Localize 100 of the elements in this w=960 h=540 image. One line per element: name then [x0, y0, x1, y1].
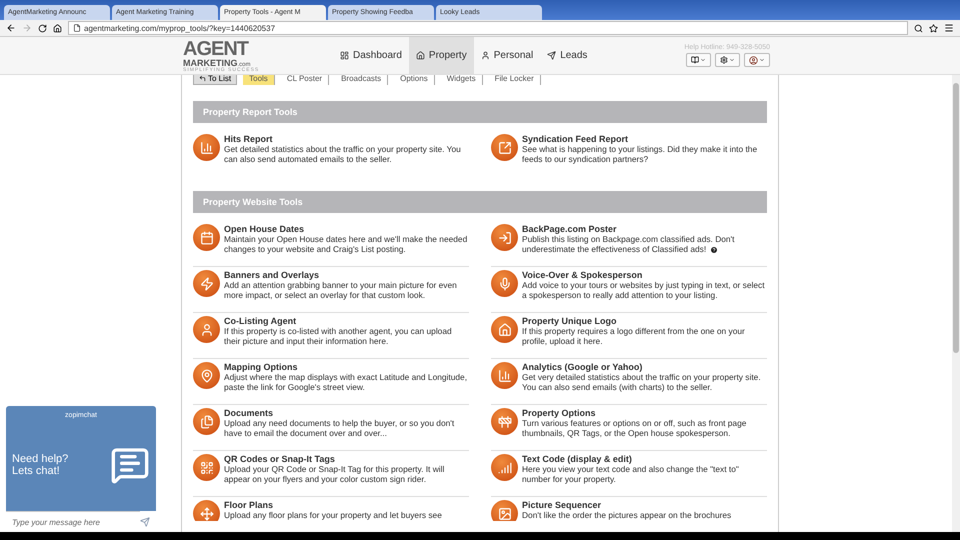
tool-item[interactable]: Property Options Turn various features or options on or off, such as front page thumbnails, QR Tags, or the Open house spokesperson.: [491, 405, 767, 451]
tool-description: If this property is co-listed with another agent, you can upload their picture and input their information here.: [224, 326, 453, 346]
tool-title: Property Options: [522, 408, 597, 418]
image-icon: [491, 500, 518, 521]
book-dropdown-button[interactable]: [686, 53, 711, 67]
tool-title: QR Codes or Snap-It Tags: [224, 454, 336, 464]
dashboard-icon: [340, 51, 349, 60]
star-icon[interactable]: [929, 24, 938, 32]
tool-description: Get very detailed statistics about the traffic on your property site. You can also send emails (with charts) to the seller.: [522, 372, 762, 392]
tool-description: Add voice to your tours or websites by just typing in text, or select a spokesperson to really add attention to your listing.: [522, 280, 766, 300]
nav-link[interactable]: Leads: [540, 37, 594, 74]
tool-title: Open House Dates: [224, 224, 306, 234]
caret-icon: [729, 57, 735, 63]
tool-title: BackPage.com Poster: [522, 224, 618, 234]
logo-text: AGENT: [183, 38, 250, 58]
settings-dropdown-button[interactable]: [715, 53, 740, 67]
tool-description: See what is happening to your listings. Did they make it into the feeds to our syndication partners?: [522, 144, 758, 164]
tool-item[interactable]: QR Codes or Snap-It Tags Upload your QR Code or Snap-It Tag for this property. It will appear on your flyers and your color custom sign rider.: [193, 451, 469, 497]
tool-item[interactable]: Voice-Over & Spokesperson Add voice to your tours or websites by just typing in text, or select a spokesperson to really add attention to your listing.: [491, 267, 767, 313]
send-icon[interactable]: [140, 516, 150, 526]
subnav-tab[interactable]: CL Poster: [280, 75, 330, 85]
tool-item[interactable]: Open House Dates Maintain your Open House dates here and we'll make the needed changes to your website and Craig's List posting.: [193, 221, 469, 267]
user-icon: [480, 51, 490, 60]
tool-description: Maintain your Open House dates here and we'll make the needed changes to your website and Craig's List posting.: [224, 234, 468, 254]
reload-icon[interactable]: [38, 24, 47, 32]
tool-description: Add an attention grabbing banner to your main picture for even more impact, or select an overlay for that custom look.: [224, 280, 458, 300]
tool-title: Banners and Overlays: [224, 270, 320, 280]
tool-item[interactable]: Text Code (display & edit) Here you view your text code and also change the "text to" number for your property.: [491, 451, 767, 497]
tool-item[interactable]: Banners and Overlays Add an attention grabbing banner to your main picture for even more impact, or select an overlay for that custom look.: [193, 267, 469, 313]
calendar-icon: [193, 224, 220, 251]
bar-chart-icon: [193, 134, 220, 161]
tool-description: Get detailed statistics about the traffic on your property site. You can also send automated emails to the seller.: [224, 144, 462, 164]
chat-input-field[interactable]: Type your message here: [6, 511, 156, 532]
tool-item[interactable]: Co-Listing Agent If this property is co-listed with another agent, you can upload their picture and input their information here.: [193, 313, 469, 359]
gear-icon: [720, 56, 728, 64]
back-icon[interactable]: [6, 23, 16, 33]
tool-title: Co-Listing Agent: [224, 316, 298, 326]
map-pin-icon: [193, 362, 220, 389]
tool-item[interactable]: Syndication Feed Report See what is happening to your listings. Did they make it into the feeds to our syndication partners?: [491, 131, 767, 177]
user-icon: [193, 316, 220, 343]
tool-title: Mapping Options: [224, 362, 298, 372]
house-icon: [416, 51, 425, 60]
tool-description: Upload any need documents to help the buyer, or so you don't have to email the document over and over...: [224, 418, 456, 438]
subnav-tab[interactable]: Widgets: [440, 75, 483, 85]
zoom-icon[interactable]: [914, 24, 923, 32]
tool-description: Adjust where the map displays with exact Latitude and Longitude, paste the link for Google's street view.: [224, 372, 468, 392]
tool-title: Syndication Feed Report: [522, 134, 630, 144]
profile-dropdown-button[interactable]: [744, 53, 770, 67]
move-icon: [193, 500, 220, 521]
help-icon[interactable]: [710, 246, 718, 254]
tool-title: Text Code (display & edit): [522, 454, 633, 464]
menu-icon[interactable]: [944, 23, 954, 33]
tool-title: Floor Plans: [224, 500, 274, 510]
home-icon[interactable]: [53, 24, 62, 32]
tool-item[interactable]: Property Unique Logo If this property requires a logo different from the one on your profile, upload it here.: [491, 313, 767, 359]
tool-title: Analytics (Google or Yahoo): [522, 362, 644, 372]
tool-item[interactable]: Hits Report Get detailed statistics about the traffic on your property site. You can also send automated emails to the seller.: [193, 131, 469, 177]
tool-item[interactable]: Mapping Options Adjust where the map displays with exact Latitude and Longitude, paste the link for Google's street view.: [193, 359, 469, 405]
tool-item[interactable]: BackPage.com Poster Publish this listing on Backpage.com classified ads. Don't underestimate the effectiveness of Classified ads!: [491, 221, 767, 267]
tool-item[interactable]: Analytics (Google or Yahoo) Get very detailed statistics about the traffic on your property site. You can also send emails (with charts) to the seller.: [491, 359, 767, 405]
avatar-icon: [749, 56, 758, 64]
tool-title: Hits Report: [224, 134, 274, 144]
chat-greeting: Need help? Lets chat!: [12, 453, 70, 477]
tool-item[interactable]: Picture Sequencer Don't like the order the pictures appear on the brochures: [491, 497, 767, 521]
nav-link[interactable]: Dashboard: [333, 37, 409, 74]
to-list-button[interactable]: To List: [193, 75, 238, 84]
caret-icon: [700, 57, 706, 63]
qr-code-icon: [193, 454, 220, 481]
address-bar[interactable]: agentmarketing.com/myprop_tools/?key=1440620537: [68, 21, 908, 35]
subnav-tab[interactable]: Broadcasts: [335, 75, 388, 85]
subnav-tab[interactable]: File Locker: [488, 75, 541, 85]
nav-link[interactable]: Personal: [474, 37, 540, 74]
tool-description: Here you view your text code and also change the "text to" number for your property.: [522, 464, 740, 484]
subnav-tab[interactable]: Options: [394, 75, 435, 85]
tool-title: Documents: [224, 408, 274, 418]
bar-chart-icon: [491, 362, 518, 389]
tool-description: Upload any floor plans for your property and let buyers see: [224, 510, 442, 520]
tool-title: Picture Sequencer: [522, 500, 602, 510]
caret-icon: [759, 57, 765, 63]
tool-description: If this property requires a logo different from the one on your profile, upload it here.: [522, 326, 746, 346]
url-text: agentmarketing.com/myprop_tools/?key=1440620537: [84, 24, 276, 32]
lightning-icon: [193, 270, 220, 297]
documents-icon: [193, 408, 220, 435]
tool-description: Don't like the order the pictures appear on the brochures: [522, 510, 732, 520]
tool-description: Publish this listing on Backpage.com classified ads. Don't underestimate the effectiveness of Classified ads!: [522, 234, 736, 254]
nav-link[interactable]: Property: [408, 37, 474, 74]
return-arrow-icon: [199, 75, 206, 82]
tool-title: Property Unique Logo: [522, 316, 618, 326]
book-icon: [691, 56, 699, 64]
scrollbar-thumb[interactable]: [953, 83, 959, 353]
tool-description: Upload your QR Code or Snap-It Tag for this property. It will appear on your flyers and your color custom sign rider.: [224, 464, 446, 484]
signal-icon: [491, 454, 518, 481]
external-link-icon: [491, 134, 518, 161]
enter-icon: [491, 224, 518, 251]
subnav-tab[interactable]: Tools: [243, 75, 275, 85]
tool-item[interactable]: Documents Upload any need documents to help the buyer, or so you don't have to email the document over and over...: [193, 405, 469, 451]
house-icon: [491, 316, 518, 343]
section-header: Property Website Tools: [193, 191, 767, 213]
section-header: Property Report Tools: [193, 101, 767, 123]
tool-item[interactable]: Floor Plans Upload any floor plans for your property and let buyers see: [193, 497, 469, 521]
